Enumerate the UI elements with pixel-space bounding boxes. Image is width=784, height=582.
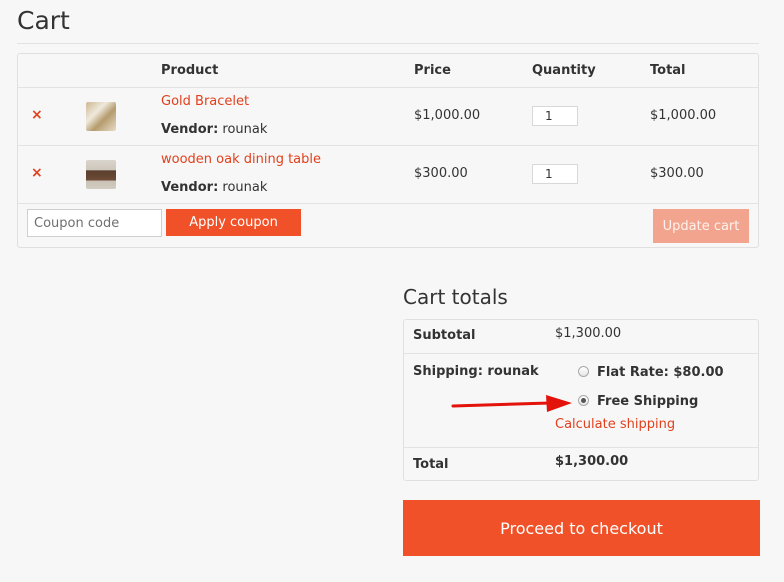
red-arrow-icon	[451, 395, 572, 412]
subtotal-row: Subtotal $1,300.00	[404, 320, 758, 354]
coupon-code-input[interactable]	[27, 209, 162, 237]
table-row: × Gold Bracelet Vendor: rounak $1,000.00…	[18, 88, 758, 146]
title-divider	[17, 43, 759, 44]
flat-rate-radio[interactable]	[578, 366, 589, 377]
subtotal-value: $1,300.00	[555, 326, 622, 341]
free-shipping-label[interactable]: Free Shipping	[597, 394, 698, 409]
page-title: Cart	[17, 6, 70, 35]
total-column-header: Total	[650, 63, 686, 78]
remove-item-icon[interactable]: ×	[31, 165, 43, 181]
calculate-shipping-link[interactable]: Calculate shipping	[555, 417, 675, 432]
free-shipping-radio[interactable]	[578, 395, 589, 406]
total-value: $1,300.00	[555, 454, 629, 469]
cart-totals-title: Cart totals	[403, 285, 508, 309]
vendor-name: rounak	[222, 180, 268, 195]
quantity-input[interactable]	[532, 106, 578, 126]
flat-rate-label[interactable]: Flat Rate: $80.00	[597, 365, 724, 380]
product-thumbnail[interactable]	[86, 160, 116, 189]
product-column-header: Product	[161, 63, 219, 78]
item-total: $300.00	[650, 166, 704, 181]
product-name-link[interactable]: wooden oak dining table	[161, 152, 321, 167]
product-thumbnail[interactable]	[86, 102, 116, 131]
vendor-label: Vendor:	[161, 180, 219, 195]
vendor-name: rounak	[222, 122, 268, 137]
price-column-header: Price	[414, 63, 451, 78]
item-price: $1,000.00	[414, 108, 481, 123]
apply-coupon-button[interactable]: Apply coupon	[166, 209, 301, 236]
update-cart-button[interactable]: Update cart	[653, 209, 749, 243]
vendor-info: Vendor: rounak	[161, 122, 267, 137]
table-row: × wooden oak dining table Vendor: rounak…	[18, 146, 758, 204]
shipping-label: Shipping: rounak	[413, 364, 539, 379]
subtotal-label: Subtotal	[413, 328, 476, 343]
proceed-to-checkout-button[interactable]: Proceed to checkout	[403, 500, 760, 556]
vendor-label: Vendor:	[161, 122, 219, 137]
total-row: Total $1,300.00	[404, 448, 758, 481]
quantity-column-header: Quantity	[532, 63, 596, 78]
cart-table: Product Price Quantity Total × Gold Brac…	[17, 53, 759, 248]
product-name-link[interactable]: Gold Bracelet	[161, 94, 249, 109]
quantity-input[interactable]	[532, 164, 578, 184]
item-price: $300.00	[414, 166, 468, 181]
total-label: Total	[413, 457, 449, 472]
remove-item-icon[interactable]: ×	[31, 107, 43, 123]
item-total: $1,000.00	[650, 108, 717, 123]
cart-table-header: Product Price Quantity Total	[18, 54, 758, 88]
vendor-info: Vendor: rounak	[161, 180, 267, 195]
